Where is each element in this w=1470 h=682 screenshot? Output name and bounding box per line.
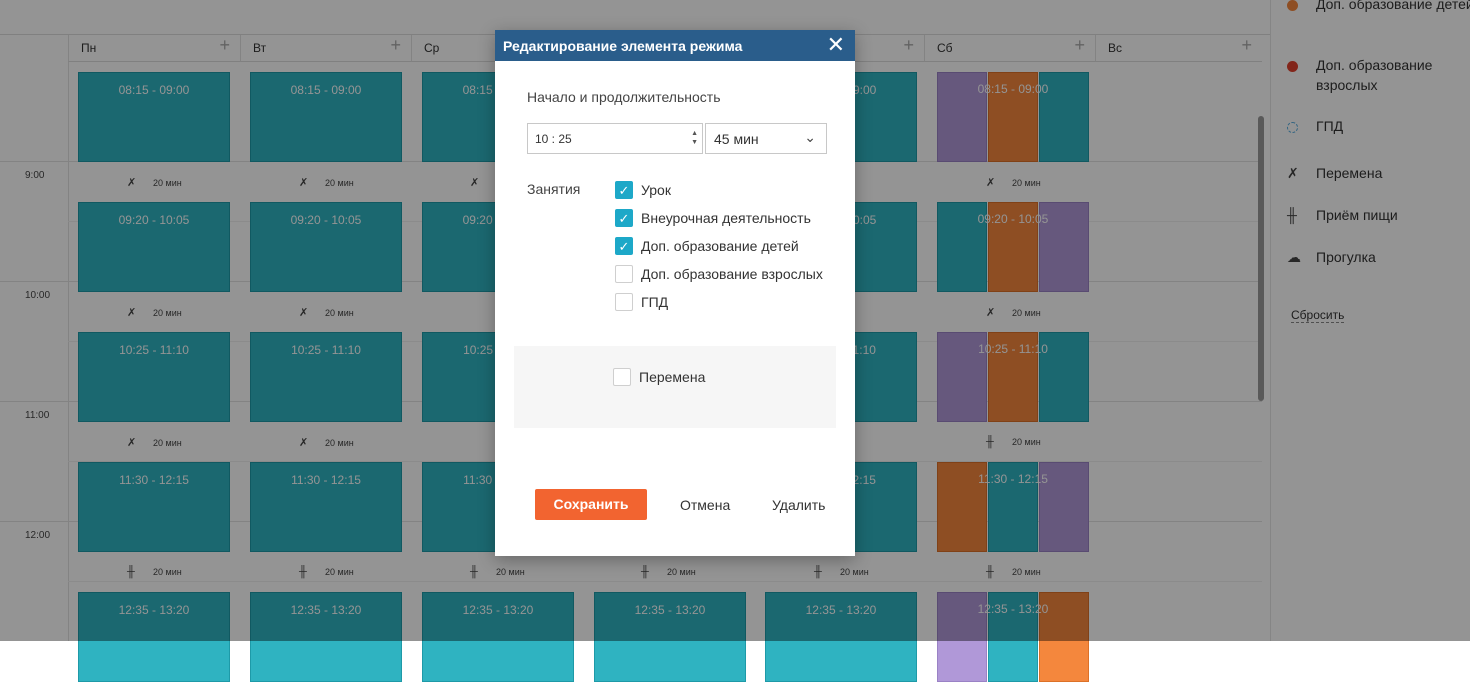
checkbox-checked[interactable]: ✓ [615,181,633,199]
spinner-icon[interactable]: ▲ ▼ [691,129,698,147]
checkbox-unchecked[interactable] [615,265,633,283]
duration-value: 45 мин [714,131,759,147]
close-icon[interactable]: ✕ [827,32,845,58]
activity-label: Внеурочная деятельность [641,210,811,226]
activity-label: Доп. образование детей [641,238,799,254]
checkbox-unchecked[interactable] [615,293,633,311]
activity-label: Урок [641,182,671,198]
modal-title: Редактирование элемента режима [503,38,743,54]
start-duration-label: Начало и продолжительность [527,89,721,105]
delete-button[interactable]: Удалить [772,497,825,513]
time-value: 10 : 25 [535,132,572,146]
cancel-button[interactable]: Отмена [680,497,730,513]
edit-modal: Редактирование элемента режима ✕ Начало … [495,30,855,556]
chevron-down-icon: ⌄ [804,129,816,145]
activity-label: ГПД [641,294,669,310]
activities-label: Занятия [527,181,581,197]
checkbox-unchecked[interactable] [613,368,631,386]
peremena-label: Перемена [639,369,706,385]
activity-label: Доп. образование взрослых [641,266,823,282]
peremena-section: Перемена [514,346,836,428]
checkbox-checked[interactable]: ✓ [615,209,633,227]
time-input[interactable]: 10 : 25 ▲ ▼ [527,123,703,154]
save-button[interactable]: Сохранить [535,489,647,520]
duration-select[interactable]: 45 мин ⌄ [705,123,827,154]
checkbox-checked[interactable]: ✓ [615,237,633,255]
modal-header: Редактирование элемента режима ✕ [495,30,855,61]
